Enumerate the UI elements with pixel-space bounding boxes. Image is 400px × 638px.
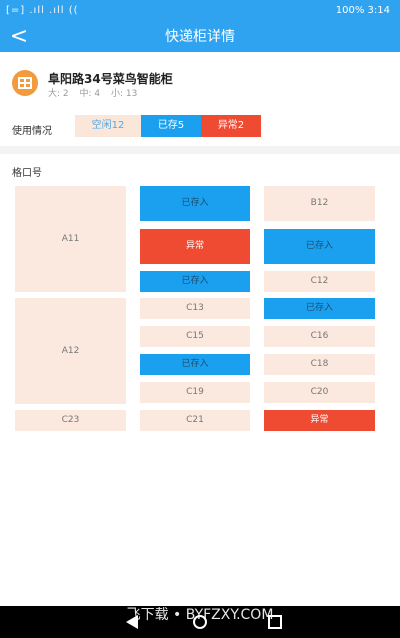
size-medium: 中: 4 bbox=[79, 89, 101, 99]
watermark: 飞下载 • BYFZXY.COM bbox=[126, 607, 274, 623]
free-count-tag[interactable]: 空闲12 bbox=[75, 115, 141, 137]
slot-free[interactable]: A11 bbox=[15, 186, 126, 292]
cabinet-info: 阜阳路34号菜鸟智能柜 大: 2 中: 4 小: 13 bbox=[0, 52, 400, 106]
signal-icons: [=] .ıll .ıll (( bbox=[6, 5, 79, 16]
slot-abnormal[interactable]: 异常 bbox=[264, 410, 375, 431]
slot-free[interactable]: C13 bbox=[140, 298, 250, 319]
title-bar: < 快递柜详情 bbox=[0, 22, 400, 52]
slot-free[interactable]: C21 bbox=[140, 410, 250, 431]
slot-free[interactable]: C15 bbox=[140, 326, 250, 347]
abnormal-count-tag[interactable]: 异常2 bbox=[201, 115, 261, 137]
slot-free[interactable]: C20 bbox=[264, 382, 375, 403]
slot-stored[interactable]: 已存入 bbox=[140, 354, 250, 375]
cabinet-sizes: 大: 2 中: 4 小: 13 bbox=[48, 86, 145, 99]
slot-free[interactable]: C19 bbox=[140, 382, 250, 403]
battery-level: 100% bbox=[335, 5, 365, 16]
slot-free[interactable]: C18 bbox=[264, 354, 375, 375]
size-large: 大: 2 bbox=[48, 89, 69, 99]
stored-count-tag[interactable]: 已存5 bbox=[141, 115, 201, 137]
cabinet-name: 阜阳路34号菜鸟智能柜 bbox=[48, 72, 173, 86]
cabinet-icon bbox=[12, 70, 38, 96]
status-bar: [=] .ıll .ıll (( 100% 3:14 bbox=[0, 0, 400, 22]
slot-free[interactable]: C12 bbox=[264, 271, 375, 292]
slot-free[interactable]: C23 bbox=[15, 410, 126, 431]
slot-free[interactable]: A12 bbox=[15, 298, 126, 404]
status-right: 100% 3:14 bbox=[336, 5, 390, 16]
size-small: 小: 13 bbox=[111, 89, 138, 99]
usage-label: 使用情况 bbox=[12, 126, 52, 137]
slot-free[interactable]: C16 bbox=[264, 326, 375, 347]
slot-stored[interactable]: 已存入 bbox=[140, 271, 250, 292]
page-title: 快递柜详情 bbox=[165, 29, 235, 45]
section-divider bbox=[0, 146, 400, 154]
slot-abnormal[interactable]: 异常 bbox=[140, 229, 250, 264]
usage-summary: 使用情况 空闲12 已存5 异常2 bbox=[0, 106, 400, 146]
slot-section-title: 格口号 bbox=[12, 168, 42, 179]
slot-stored[interactable]: 已存入 bbox=[264, 298, 375, 319]
slot-free[interactable]: B12 bbox=[264, 186, 375, 221]
slot-stored[interactable]: 已存入 bbox=[264, 229, 375, 264]
clock: 3:14 bbox=[367, 5, 390, 16]
slot-stored[interactable]: 已存入 bbox=[140, 186, 250, 221]
